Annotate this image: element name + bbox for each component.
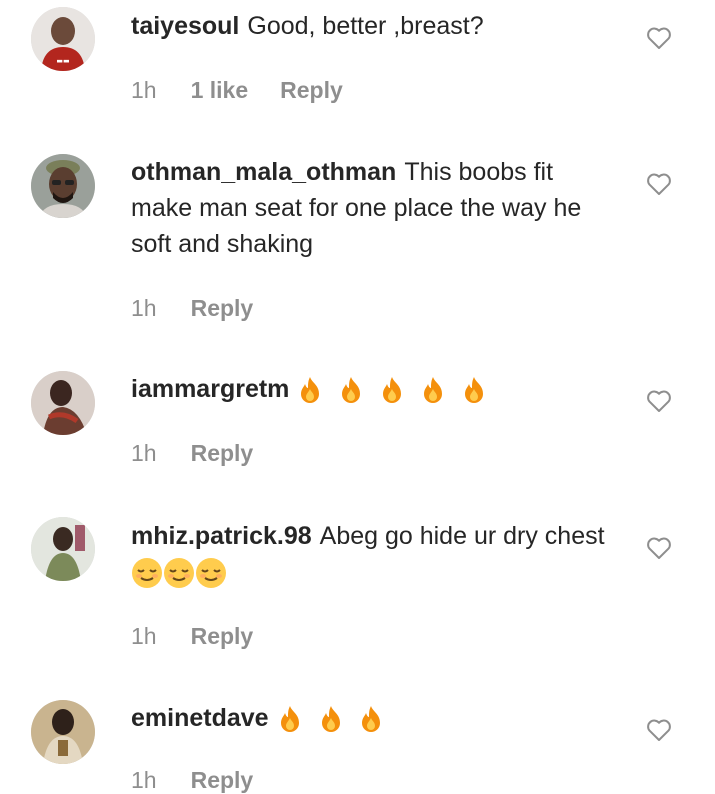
avatar-image: ▬▬ xyxy=(31,7,95,71)
avatar[interactable] xyxy=(31,517,95,581)
reply-button[interactable]: Reply xyxy=(191,767,254,793)
reply-button[interactable]: Reply xyxy=(191,295,254,321)
relieved-face-emoji-icon xyxy=(131,557,163,589)
avatar-image xyxy=(31,371,95,435)
reply-button[interactable]: Reply xyxy=(280,77,343,103)
comment-time: 1h xyxy=(131,295,157,321)
emoji-row xyxy=(277,701,393,737)
comment-time: 1h xyxy=(131,623,157,649)
heart-icon[interactable] xyxy=(646,536,672,560)
comment-username[interactable]: iammargretm xyxy=(131,375,289,403)
emoji-row xyxy=(131,555,227,591)
heart-icon[interactable] xyxy=(646,389,672,413)
fire-emoji-icon xyxy=(461,376,487,404)
relieved-face-emoji-icon xyxy=(195,557,227,589)
emoji-row xyxy=(297,372,495,408)
reply-button[interactable]: Reply xyxy=(191,623,254,649)
fire-emoji-icon xyxy=(277,705,303,733)
fire-emoji-icon xyxy=(379,376,405,404)
fire-emoji-icon xyxy=(420,376,446,404)
comment-text: Good, better ,breast? xyxy=(247,12,484,40)
avatar-image xyxy=(31,154,95,218)
avatar-image xyxy=(31,517,95,581)
heart-icon[interactable] xyxy=(646,718,672,742)
comment-text: Abeg go hide ur dry chest xyxy=(319,522,605,550)
comment-username[interactable]: mhiz.patrick.98 xyxy=(131,522,312,550)
relieved-face-emoji-icon xyxy=(163,557,195,589)
fire-emoji-icon xyxy=(318,705,344,733)
avatar[interactable]: ▬▬ xyxy=(31,7,95,71)
comment-time: 1h xyxy=(131,77,157,103)
avatar[interactable] xyxy=(31,154,95,218)
avatar-image xyxy=(31,700,95,764)
comment-username[interactable]: taiyesoul xyxy=(131,12,239,40)
avatar[interactable] xyxy=(31,371,95,435)
heart-icon[interactable] xyxy=(646,26,672,50)
comment-time: 1h xyxy=(131,440,157,466)
fire-emoji-icon xyxy=(358,705,384,733)
avatar[interactable] xyxy=(31,700,95,764)
fire-emoji-icon xyxy=(338,376,364,404)
svg-text:▬▬: ▬▬ xyxy=(56,57,69,65)
fire-emoji-icon xyxy=(297,376,323,404)
comment-username[interactable]: eminetdave xyxy=(131,704,269,732)
heart-icon[interactable] xyxy=(646,172,672,196)
comment-username[interactable]: othman_mala_othman xyxy=(131,158,396,186)
comment-time: 1h xyxy=(131,767,157,793)
likes-count[interactable]: 1 like xyxy=(191,77,249,103)
reply-button[interactable]: Reply xyxy=(191,440,254,466)
